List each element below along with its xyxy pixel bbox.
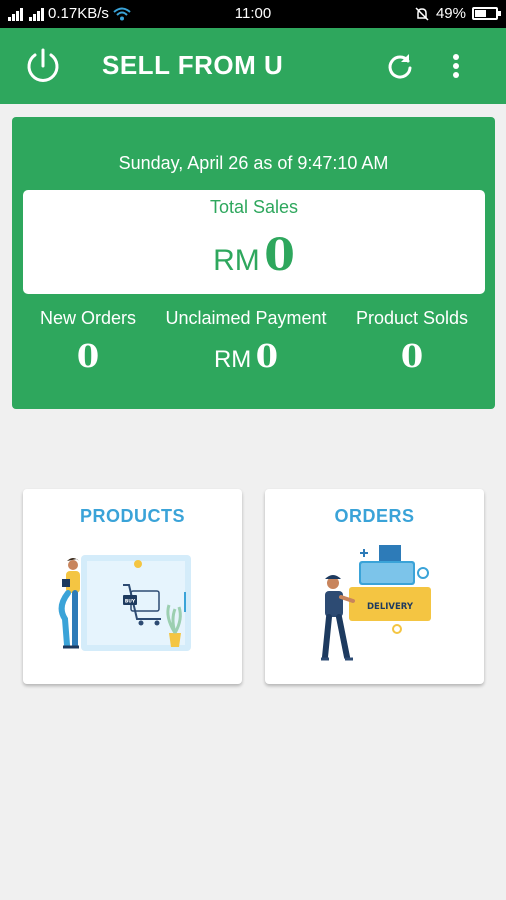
stat-unclaimed-payment: Unclaimed Payment RM 0: [158, 308, 334, 375]
sales-summary-card: Sunday, April 26 as of 9:47:10 AM Total …: [12, 117, 495, 409]
stat-value: 0: [350, 337, 474, 375]
stat-value: 0: [34, 337, 142, 375]
more-vert-icon[interactable]: [440, 50, 472, 82]
refresh-icon[interactable]: [384, 50, 416, 82]
stat-number: 0: [400, 337, 424, 375]
battery-icon: [472, 7, 501, 20]
total-sales-label: Total Sales: [209, 197, 299, 217]
orders-card[interactable]: ORDERS DELIVERY: [265, 489, 484, 684]
status-bar: 0.17KB/s 11:00 49%: [0, 0, 506, 28]
stat-currency: RM: [213, 346, 252, 373]
battery-percent: 49%: [435, 5, 466, 22]
power-icon[interactable]: [22, 45, 64, 87]
total-sales-currency: RM: [213, 244, 260, 277]
products-label: PRODUCTS: [79, 506, 185, 526]
stat-label: Product Solds: [355, 308, 469, 328]
stat-product-solds: Product Solds 0: [350, 308, 474, 375]
app-bar: SELL FROM U: [0, 28, 506, 104]
stat-number: 0: [76, 337, 100, 375]
alarm-icon: [415, 6, 429, 21]
shopping-illustration: BUY: [58, 555, 191, 651]
total-sales-value: RM 0: [23, 230, 485, 281]
date-line: Sunday, April 26 as of 9:47:10 AM: [118, 153, 389, 173]
total-sales-box: Total Sales RM 0: [23, 190, 485, 294]
buy-badge-text: BUY: [125, 599, 136, 605]
stat-label: New Orders: [39, 308, 137, 328]
status-right: 49%: [414, 5, 501, 22]
app-title: SELL FROM U: [102, 50, 284, 80]
orders-label: ORDERS: [334, 506, 415, 526]
delivery-illustration: DELIVERY: [321, 545, 431, 661]
total-sales-amount: 0: [264, 230, 295, 281]
delivery-badge-text: DELIVERY: [367, 602, 414, 612]
stat-value: RM 0: [158, 337, 334, 375]
stat-label: Unclaimed Payment: [165, 308, 327, 328]
products-card[interactable]: PRODUCTS BUY: [23, 489, 242, 684]
stat-number: 0: [255, 337, 279, 375]
stat-new-orders: New Orders 0: [34, 308, 142, 375]
